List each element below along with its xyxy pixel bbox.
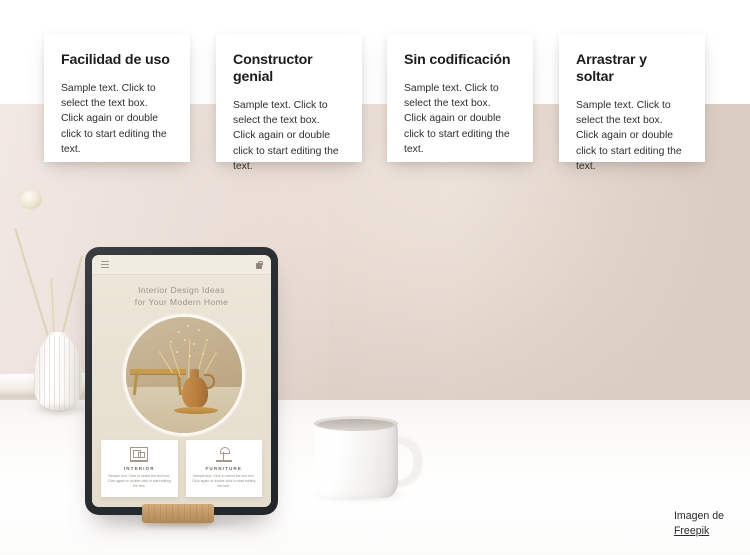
site-card-text: Sample text. Click to select the text bo…: [192, 474, 256, 488]
feature-card-text: Sample text. Click to select the text bo…: [233, 100, 339, 172]
dried-flower-head: [20, 190, 42, 209]
floor-lamp-icon: [215, 447, 233, 462]
hero-circular-image: [123, 314, 245, 436]
feature-card-title: Arrastrar y soltar: [576, 52, 647, 85]
coffee-mug: [308, 416, 420, 502]
site-card-interior[interactable]: INTERIOR Sample text. Click to select th…: [101, 440, 178, 497]
feature-card-text: Sample text. Click to select the text bo…: [404, 83, 510, 155]
site-navbar: [92, 255, 271, 275]
feature-card-text: Sample text. Click to select the text bo…: [576, 100, 682, 172]
feature-card-title: Constructor genial: [233, 52, 313, 85]
hero-terracotta-jug: [182, 377, 208, 409]
page-root: Interior Design Ideas for Your Modern Ho…: [0, 0, 750, 555]
freepik-link[interactable]: Freepik: [674, 524, 709, 539]
image-credit: Imagen de Freepik: [674, 509, 724, 539]
site-headline-line1: Interior Design Ideas: [138, 285, 225, 295]
site-hero: Interior Design Ideas for Your Modern Ho…: [92, 275, 271, 507]
feature-card-row: Facilidad de uso Sample text. Click to s…: [0, 0, 750, 180]
feature-card-title: Sin codificación: [404, 52, 511, 68]
feature-card-title: Facilidad de uso: [61, 52, 170, 68]
tablet-device: Interior Design Ideas for Your Modern Ho…: [85, 247, 278, 515]
wooden-tablet-stand: [142, 504, 214, 523]
site-card-furniture[interactable]: FURNITURE Sample text. Click to select t…: [185, 440, 262, 497]
shopping-bag-icon[interactable]: [256, 260, 263, 269]
feature-card-text: Sample text. Click to select the text bo…: [61, 83, 167, 155]
site-category-cards: INTERIOR Sample text. Click to select th…: [101, 440, 262, 497]
site-card-text: Sample text. Click to select the text bo…: [107, 474, 171, 488]
site-card-title: FURNITURE: [205, 466, 242, 471]
feature-card[interactable]: Constructor genial Sample text. Click to…: [216, 34, 362, 172]
mug-interior: [318, 419, 394, 430]
site-card-title: INTERIOR: [123, 466, 155, 471]
interior-room-icon: [130, 447, 149, 462]
feature-card[interactable]: Facilidad de uso Sample text. Click to s…: [44, 34, 190, 162]
mug-body: [314, 420, 398, 498]
feature-card[interactable]: Sin codificación Sample text. Click to s…: [387, 34, 533, 162]
hamburger-menu-icon[interactable]: [101, 261, 109, 268]
ribbed-vase: [34, 336, 82, 410]
hero-brass-tray: [174, 407, 218, 414]
feature-card[interactable]: Arrastrar y soltar Sample text. Click to…: [559, 34, 705, 172]
tablet-screen[interactable]: Interior Design Ideas for Your Modern Ho…: [92, 255, 271, 507]
image-credit-prefix: Imagen de: [673, 510, 724, 522]
site-headline-line2: for Your Modern Home: [134, 297, 229, 307]
